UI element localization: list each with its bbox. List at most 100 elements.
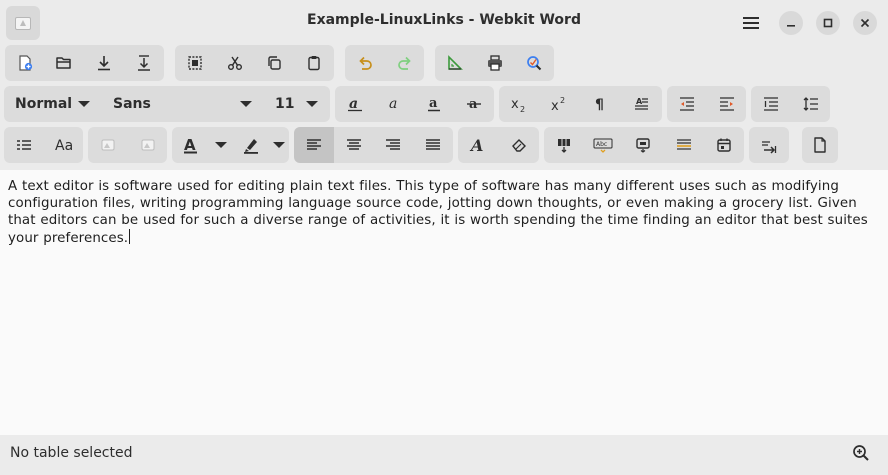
show-formatting-button[interactable]: ¶ — [579, 86, 621, 122]
insert-link-button[interactable] — [749, 127, 789, 163]
increase-indent-button[interactable] — [707, 86, 746, 122]
svg-text:x: x — [511, 97, 519, 112]
font-color-icon: A — [184, 136, 197, 154]
strikethrough-icon: a — [467, 97, 481, 112]
highlight-color-button[interactable] — [232, 127, 269, 163]
insert-date-button[interactable] — [704, 127, 744, 163]
copy-button[interactable] — [254, 45, 294, 81]
svg-text:A: A — [469, 136, 483, 154]
text-cursor — [129, 229, 131, 244]
abc-textbox-icon: Abc — [593, 138, 613, 153]
undo-button[interactable] — [345, 45, 385, 81]
save-button[interactable] — [84, 45, 124, 81]
insert-frame-icon — [636, 138, 650, 153]
paragraph-style-select[interactable]: Normal — [4, 86, 102, 122]
chevron-down-icon — [240, 101, 252, 107]
hamburger-menu-icon — [743, 17, 759, 29]
paragraph-spacing-button[interactable] — [791, 86, 830, 122]
close-button[interactable] — [853, 11, 877, 35]
paragraph-button[interactable]: A — [621, 86, 662, 122]
list-button[interactable] — [4, 127, 44, 163]
insert-chart-button[interactable] — [435, 45, 475, 81]
font-color-button[interactable]: A — [172, 127, 210, 163]
document-editor[interactable]: A text editor is software used for editi… — [0, 170, 888, 435]
insert-toolbar: Aa A A Abc — [0, 127, 888, 167]
highlight-color-dropdown[interactable] — [269, 127, 289, 163]
insert-frame-button[interactable] — [623, 127, 663, 163]
justify-button[interactable] — [413, 127, 453, 163]
indent-icon — [719, 97, 734, 111]
download-icon — [98, 56, 110, 71]
format-toolbar: Normal Sans 11 a a a a x 2 — [0, 86, 888, 126]
new-document-button[interactable] — [5, 45, 44, 81]
italic-button[interactable]: a — [375, 86, 414, 122]
spellcheck-button[interactable] — [514, 45, 554, 81]
maximize-button[interactable] — [816, 11, 840, 35]
chevron-down-icon — [215, 142, 227, 148]
insert-object-button[interactable] — [128, 127, 167, 163]
bold-button[interactable]: a — [335, 86, 375, 122]
subscript-button[interactable]: x 2 — [499, 86, 539, 122]
align-left-button[interactable] — [294, 127, 334, 163]
save-as-button[interactable] — [124, 45, 164, 81]
ruler-triangle-icon — [448, 55, 463, 70]
svg-text:¶: ¶ — [595, 97, 604, 113]
zoom-in-icon — [853, 445, 869, 461]
font-size-value: 11 — [275, 96, 295, 112]
align-center-button[interactable] — [334, 127, 373, 163]
underline-button[interactable]: a — [414, 86, 454, 122]
cut-button[interactable] — [215, 45, 254, 81]
align-right-button[interactable] — [373, 127, 413, 163]
copy-icon — [268, 56, 281, 70]
change-case-button[interactable]: Aa — [44, 127, 83, 163]
table-icon — [557, 139, 570, 153]
font-color-dropdown[interactable] — [210, 127, 232, 163]
print-button[interactable] — [475, 45, 514, 81]
paste-button[interactable] — [294, 45, 334, 81]
maximize-icon — [823, 18, 833, 28]
open-button[interactable] — [44, 45, 84, 81]
svg-text:A: A — [184, 136, 196, 154]
scissors-icon — [227, 56, 242, 70]
pilcrow-icon: ¶ — [595, 97, 604, 113]
svg-text:a: a — [429, 96, 438, 111]
redo-button[interactable] — [385, 45, 424, 81]
superscript-icon: x 2 — [551, 96, 565, 113]
bold-icon: a — [348, 96, 362, 112]
image-icon — [101, 139, 115, 151]
svg-text:A: A — [636, 97, 643, 106]
redo-icon — [397, 56, 411, 70]
clear-formatting-button[interactable] — [498, 127, 539, 163]
paragraph-style-value: Normal — [15, 96, 73, 112]
svg-text:Aa: Aa — [55, 138, 73, 154]
align-right-icon — [386, 139, 400, 150]
superscript-button[interactable]: x 2 — [539, 86, 579, 122]
align-justify-icon — [426, 139, 440, 150]
chevron-down-icon — [306, 101, 318, 107]
decrease-indent-button[interactable] — [667, 86, 707, 122]
svg-text:a: a — [389, 96, 397, 112]
select-all-button[interactable] — [175, 45, 215, 81]
line-spacing-button[interactable] — [751, 86, 791, 122]
text-lines-icon: A — [634, 97, 648, 110]
strikethrough-button[interactable]: a — [454, 86, 494, 122]
chevron-down-icon — [273, 142, 285, 148]
insert-separator-button[interactable] — [663, 127, 704, 163]
insert-textbox-button[interactable]: Abc — [583, 127, 623, 163]
highlighter-icon — [243, 139, 258, 154]
subscript-icon: x 2 — [511, 97, 525, 113]
svg-text:x: x — [551, 99, 559, 113]
insert-table-button[interactable] — [544, 127, 583, 163]
font-family-select[interactable]: Sans — [102, 86, 264, 122]
document-text: A text editor is software used for editi… — [8, 179, 868, 246]
text-effects-button[interactable]: A — [458, 127, 498, 163]
main-menu-button[interactable] — [736, 8, 766, 38]
page-setup-button[interactable] — [802, 127, 838, 163]
close-icon — [860, 18, 870, 28]
paragraph-spacing-icon — [803, 97, 818, 111]
undo-icon — [359, 56, 372, 70]
font-size-select[interactable]: 11 — [264, 86, 330, 122]
zoom-button[interactable] — [848, 440, 874, 466]
insert-image-button[interactable] — [88, 127, 128, 163]
minimize-button[interactable] — [779, 11, 803, 35]
